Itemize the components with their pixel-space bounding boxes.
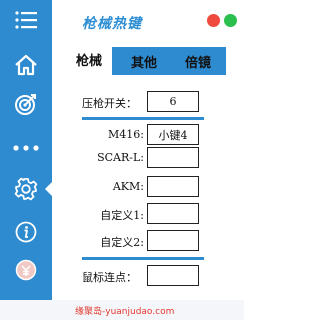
tab-other[interactable]: 其他: [124, 47, 164, 75]
menu-icon[interactable]: [0, 4, 52, 36]
tab-guns[interactable]: 枪械: [66, 44, 112, 75]
watermark-text: 缘聚岛-yuanjudao.com: [75, 307, 175, 317]
section-divider: [82, 117, 204, 120]
m416-field[interactable]: 小键4: [147, 124, 199, 145]
custom1-label: 自定义1:: [100, 209, 144, 222]
sidebar: [0, 0, 52, 300]
scarl-label: SCAR-L:: [97, 151, 144, 164]
window-title: 枪械热键: [82, 16, 142, 32]
tab-bar: 枪械 其他 倍镜: [66, 44, 226, 75]
custom2-field[interactable]: [147, 230, 199, 251]
close-button[interactable]: [207, 14, 220, 27]
custom2-label: 自定义2:: [100, 236, 144, 249]
coin-icon[interactable]: [0, 254, 52, 286]
active-item-pointer: [45, 182, 52, 196]
m416-label: M416:: [108, 128, 144, 141]
recoil-toggle-label: 压枪开关：: [82, 97, 137, 110]
minimize-button[interactable]: [224, 14, 237, 27]
custom1-field[interactable]: [147, 203, 199, 224]
mouse-burst-field[interactable]: [147, 265, 199, 286]
section-divider-2: [82, 257, 204, 260]
footer: 缘聚岛-yuanjudao.com: [0, 300, 244, 320]
akm-field[interactable]: [147, 176, 199, 197]
tab-scope[interactable]: 倍镜: [176, 47, 220, 75]
info-icon[interactable]: [0, 216, 52, 248]
akm-label: AKM:: [112, 180, 144, 193]
scarl-field[interactable]: [147, 147, 199, 168]
home-icon[interactable]: [0, 49, 52, 81]
mouse-burst-label: 鼠标连点：: [82, 271, 137, 284]
more-icon[interactable]: [0, 132, 52, 164]
recoil-toggle-field[interactable]: 6: [147, 91, 199, 112]
target-icon[interactable]: [0, 88, 52, 120]
